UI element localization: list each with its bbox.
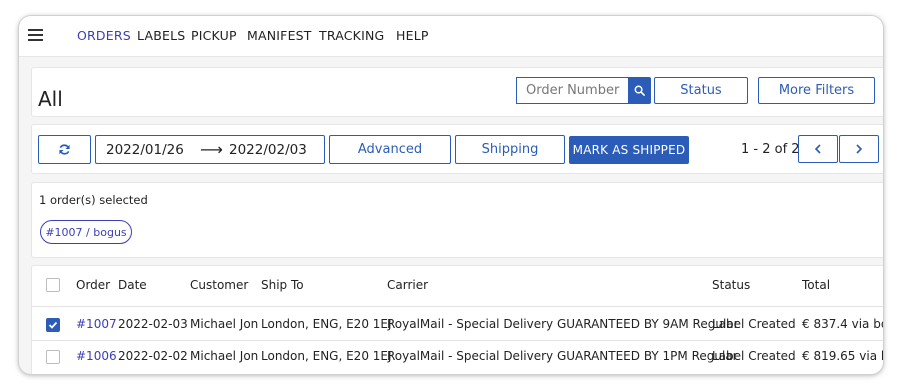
row-divider xyxy=(31,306,883,307)
selection-panel xyxy=(31,182,883,258)
refresh-icon xyxy=(59,144,70,155)
order-total: € 819.65 via bo xyxy=(802,349,883,363)
column-header-status[interactable]: Status xyxy=(712,278,750,292)
page-title: All xyxy=(38,87,63,111)
date-from: 2022/01/26 xyxy=(106,142,184,158)
carrier: RoyalMail - Special Delivery GUARANTEED … xyxy=(387,317,739,331)
row-divider xyxy=(31,340,883,341)
date-to: 2022/02/03 xyxy=(229,142,307,158)
status-filter-button[interactable]: Status xyxy=(654,77,748,104)
selected-count: 1 order(s) selected xyxy=(39,193,148,207)
arrow-right-icon: ⟶ xyxy=(200,140,223,159)
shipping-label: Shipping xyxy=(481,142,539,157)
nav-orders[interactable]: ORDERS xyxy=(77,28,131,43)
order-date: 2022-02-02 xyxy=(118,349,188,363)
chevron-left-icon xyxy=(814,144,821,154)
nav-manifest[interactable]: MANIFEST xyxy=(247,28,312,43)
advanced-button[interactable]: Advanced xyxy=(329,135,451,164)
order-status: Label Created xyxy=(712,349,796,363)
status-filter-label: Status xyxy=(680,83,722,98)
order-date: 2022-02-03 xyxy=(118,317,188,331)
column-header-date[interactable]: Date xyxy=(118,278,147,292)
shipping-button[interactable]: Shipping xyxy=(455,135,565,164)
advanced-label: Advanced xyxy=(357,142,423,157)
mark-as-shipped-label: MARK AS SHIPPED xyxy=(572,143,686,157)
order-number-search-input[interactable]: Order Number xyxy=(516,77,628,104)
select-all-checkbox[interactable] xyxy=(46,278,60,292)
order-link[interactable]: #1007 xyxy=(76,317,117,331)
hamburger-menu-icon[interactable] xyxy=(28,29,43,41)
customer-name: Michael Jon xyxy=(190,317,259,331)
ship-to: London, ENG, E20 1EJ xyxy=(261,349,392,363)
row-checkbox-1007[interactable] xyxy=(46,318,60,332)
selected-order-chip[interactable]: #1007 / bogus xyxy=(40,220,132,244)
search-icon xyxy=(634,85,645,96)
top-navbar: ORDERS LABELS PICKUP MANIFEST TRACKING H… xyxy=(19,16,883,57)
column-header-order[interactable]: Order xyxy=(76,278,110,292)
column-header-total[interactable]: Total xyxy=(802,278,830,292)
carrier: RoyalMail - Special Delivery GUARANTEED … xyxy=(387,349,738,363)
customer-name: Michael Jon xyxy=(190,349,259,363)
app-window: ORDERS LABELS PICKUP MANIFEST TRACKING H… xyxy=(19,16,883,374)
column-header-carrier[interactable]: Carrier xyxy=(387,278,428,292)
nav-labels[interactable]: LABELS xyxy=(137,28,185,43)
header-panel xyxy=(31,67,883,117)
chevron-right-icon xyxy=(856,144,863,154)
more-filters-label: More Filters xyxy=(778,83,855,98)
column-header-ship-to[interactable]: Ship To xyxy=(261,278,304,292)
nav-tracking[interactable]: TRACKING xyxy=(319,28,384,43)
prev-page-button[interactable] xyxy=(798,135,838,163)
ship-to: London, ENG, E20 1EJ xyxy=(261,317,392,331)
order-link[interactable]: #1006 xyxy=(76,349,117,363)
row-checkbox-1006[interactable] xyxy=(46,350,60,364)
refresh-button[interactable] xyxy=(38,135,91,164)
search-button[interactable] xyxy=(628,77,651,104)
nav-help[interactable]: HELP xyxy=(396,28,429,43)
checkmark-icon xyxy=(48,321,58,329)
more-filters-button[interactable]: More Filters xyxy=(758,77,875,104)
pagination-count: 1 - 2 of 2 xyxy=(741,142,800,157)
order-total: € 837.4 via bog xyxy=(802,317,883,331)
mark-as-shipped-button[interactable]: MARK AS SHIPPED xyxy=(569,136,689,164)
order-status: Label Created xyxy=(712,317,796,331)
column-header-customer[interactable]: Customer xyxy=(190,278,248,292)
next-page-button[interactable] xyxy=(839,135,879,163)
date-range-picker[interactable]: 2022/01/26 ⟶ 2022/02/03 xyxy=(95,135,325,164)
nav-pickup[interactable]: PICKUP xyxy=(191,28,237,43)
